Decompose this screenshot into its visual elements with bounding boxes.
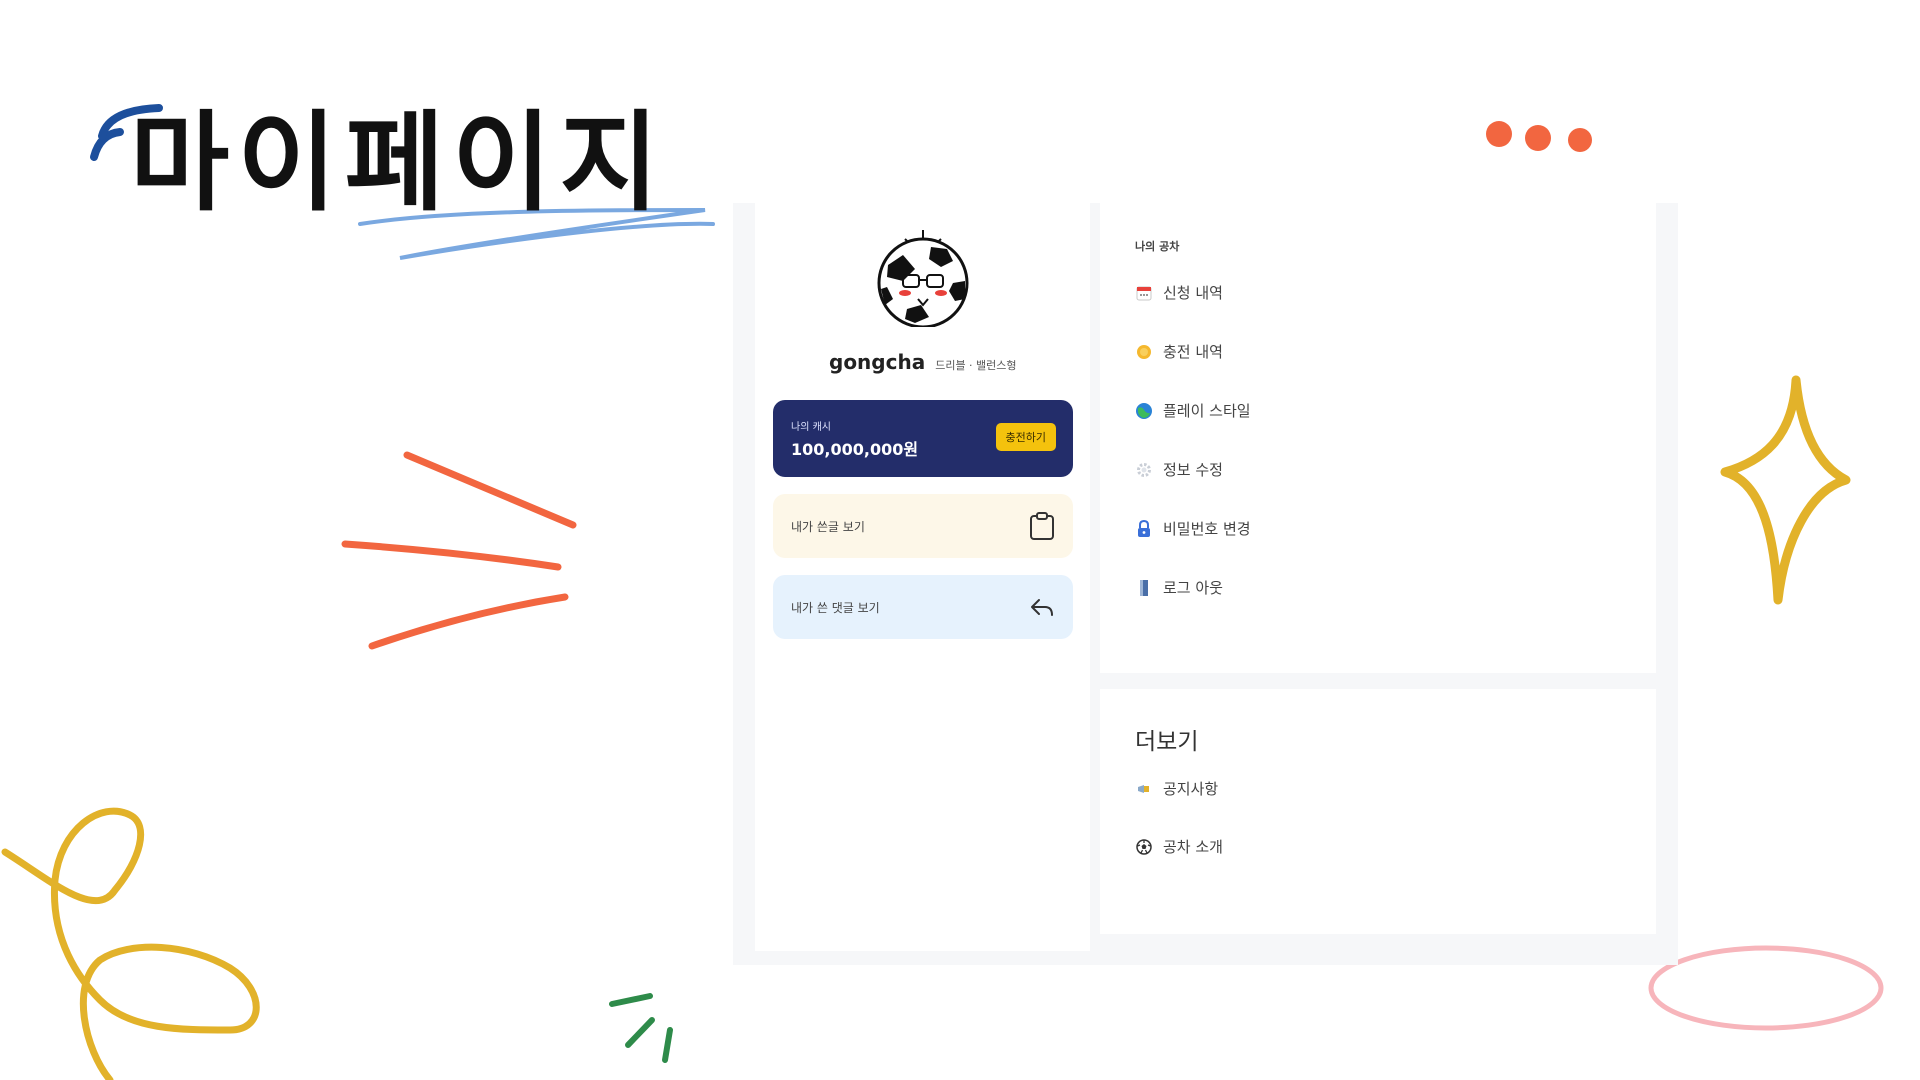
coin-icon [1135,343,1153,361]
menu-item-about-gongcha[interactable]: 공차 소개 [1135,836,1223,857]
pink-ellipse-doodle [1648,945,1884,1031]
orange-dot [1486,121,1512,147]
menu-item-logout[interactable]: 로그 아웃 [1135,577,1223,598]
charge-button[interactable]: 충전하기 [995,423,1056,451]
user-type: 드리블 · 밸런스형 [935,359,1017,372]
orange-dot [1568,128,1592,152]
menu-item-label: 충전 내역 [1163,343,1223,361]
reply-icon [1031,599,1053,616]
cash-amount: 100,000,000원 [791,440,919,459]
avatar [877,230,969,327]
lock-icon [1135,519,1153,538]
more-section-title: 더보기 [1135,729,1199,755]
menu-item-label: 로그 아웃 [1163,579,1223,597]
door-icon [1135,579,1153,597]
my-gongcha-panel [1100,203,1656,673]
menu-item-label: 공지사항 [1163,780,1219,798]
orange-line-doodle [403,451,577,529]
my-comments-button[interactable]: 내가 쓴 댓글 보기 [773,575,1073,639]
megaphone-icon [1135,780,1153,798]
orange-line-doodle [341,540,562,571]
my-comments-label: 내가 쓴 댓글 보기 [791,600,880,615]
yellow-swirl-doodle [1,807,260,1080]
menu-item-label: 신청 내역 [1163,284,1223,302]
clipboard-icon [1030,512,1054,540]
menu-item-label: 정보 수정 [1163,461,1223,479]
globe-icon [1135,402,1153,420]
menu-item-charge-history[interactable]: 충전 내역 [1135,341,1223,362]
username-row: gongcha 드리블 · 밸런스형 [829,350,1017,374]
green-line-doodle [625,1017,655,1048]
my-gongcha-section-label: 나의 공차 [1135,240,1180,253]
menu-item-label: 비밀번호 변경 [1163,520,1251,538]
orange-line-doodle [368,593,569,650]
username: gongcha [829,350,926,374]
green-line-doodle [662,1027,673,1063]
menu-item-application-history[interactable]: 신청 내역 [1135,282,1223,303]
my-posts-label: 내가 쓴글 보기 [791,519,865,534]
menu-item-label: 플레이 스타일 [1163,402,1251,420]
menu-item-label: 공차 소개 [1163,838,1223,856]
blue-arc-doodle [90,128,124,161]
calendar-icon [1135,284,1153,302]
green-line-doodle [609,993,653,1007]
page-title: 마이페이지 [130,101,667,226]
yellow-sparkle-doodle [1720,375,1851,605]
cash-card: 나의 캐시 100,000,000원 충전하기 [773,400,1073,477]
my-posts-button[interactable]: 내가 쓴글 보기 [773,494,1073,558]
menu-item-play-style[interactable]: 플레이 스타일 [1135,400,1251,421]
menu-item-change-password[interactable]: 비밀번호 변경 [1135,518,1251,539]
orange-dot [1525,125,1551,151]
cash-label: 나의 캐시 [791,422,831,433]
menu-item-edit-info[interactable]: 정보 수정 [1135,459,1223,480]
menu-item-notice[interactable]: 공지사항 [1135,778,1218,799]
gear-icon [1135,461,1153,479]
soccer-ball-icon [1135,838,1153,856]
